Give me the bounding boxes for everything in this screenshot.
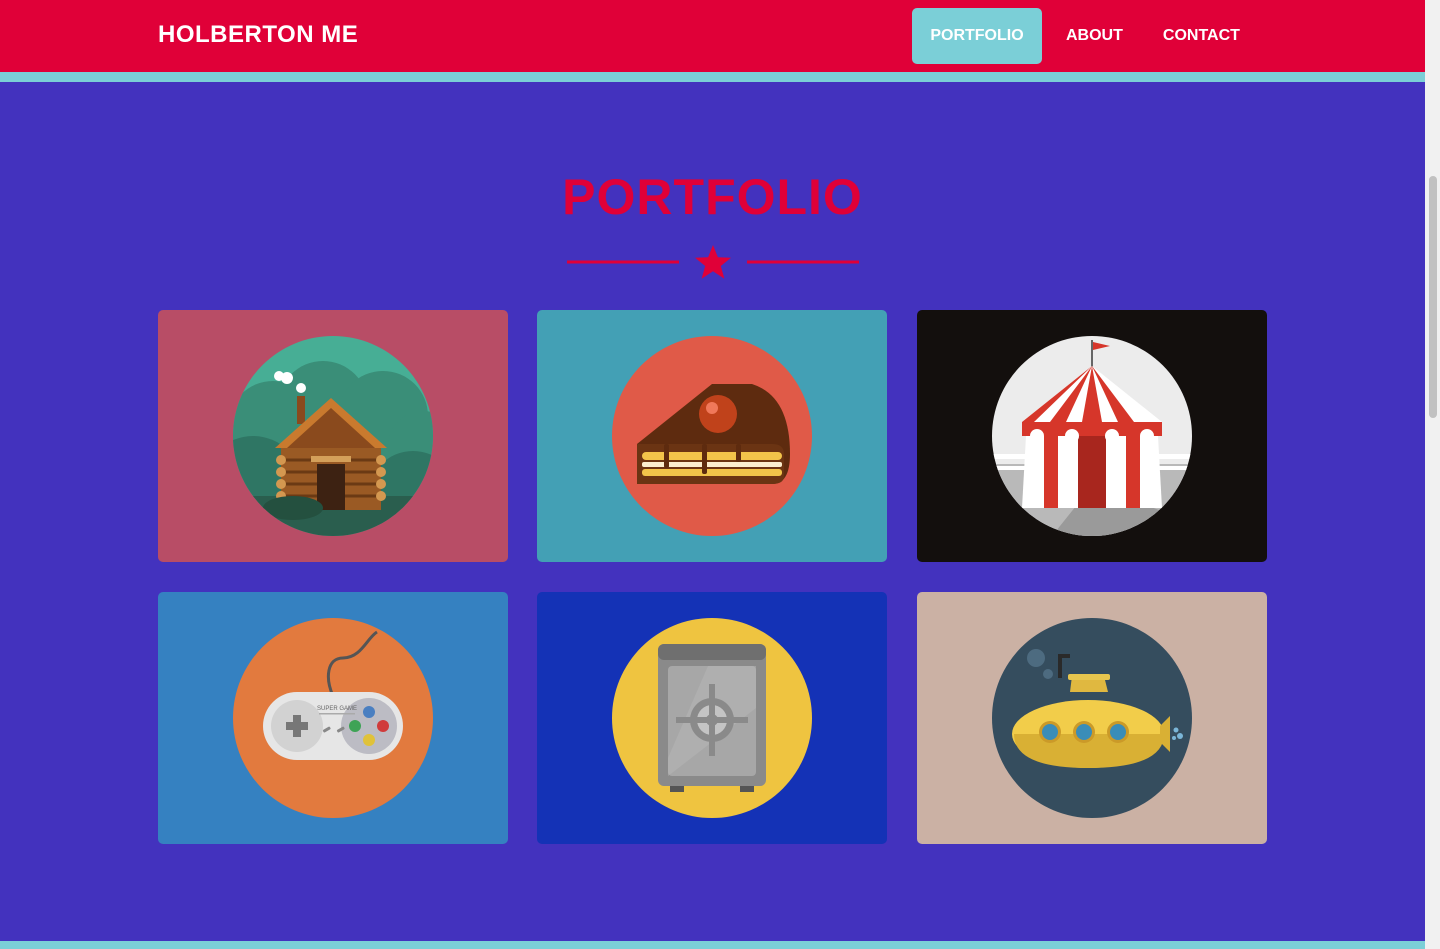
portfolio-item-cake[interactable] — [537, 310, 887, 562]
brand-logo[interactable]: HOLBERTON ME — [158, 21, 358, 49]
log-cabin-icon — [233, 336, 433, 536]
star-icon — [695, 245, 731, 279]
navbar: HOLBERTON ME PORTFOLIO ABOUT CONTACT — [0, 0, 1425, 72]
scrollbar-track[interactable] — [1425, 0, 1440, 949]
portfolio-item-gamepad[interactable]: SUPER GAME — [158, 592, 508, 844]
circus-tent-icon — [992, 336, 1192, 536]
nav-about[interactable]: ABOUT — [1050, 8, 1139, 64]
scrollbar-thumb[interactable] — [1429, 176, 1437, 418]
cake-slice-icon — [612, 336, 812, 536]
safe-icon — [612, 618, 812, 818]
navbar-accent-strip — [0, 72, 1425, 82]
section-divider — [567, 245, 859, 279]
portfolio-item-safe[interactable] — [537, 592, 887, 844]
nav-contact[interactable]: CONTACT — [1147, 8, 1256, 64]
footer-accent-strip — [0, 941, 1425, 949]
portfolio-item-submarine[interactable] — [917, 592, 1267, 844]
section-title: PORTFOLIO — [562, 169, 863, 225]
gamepad-logo: SUPER GAME — [317, 706, 357, 712]
portfolio-item-cabin[interactable] — [158, 310, 508, 562]
nav-portfolio[interactable]: PORTFOLIO — [912, 8, 1042, 64]
portfolio-item-circus[interactable] — [917, 310, 1267, 562]
gamepad-icon: SUPER GAME — [233, 618, 433, 818]
nav-links: PORTFOLIO ABOUT CONTACT — [912, 8, 1256, 64]
submarine-icon — [992, 618, 1192, 818]
